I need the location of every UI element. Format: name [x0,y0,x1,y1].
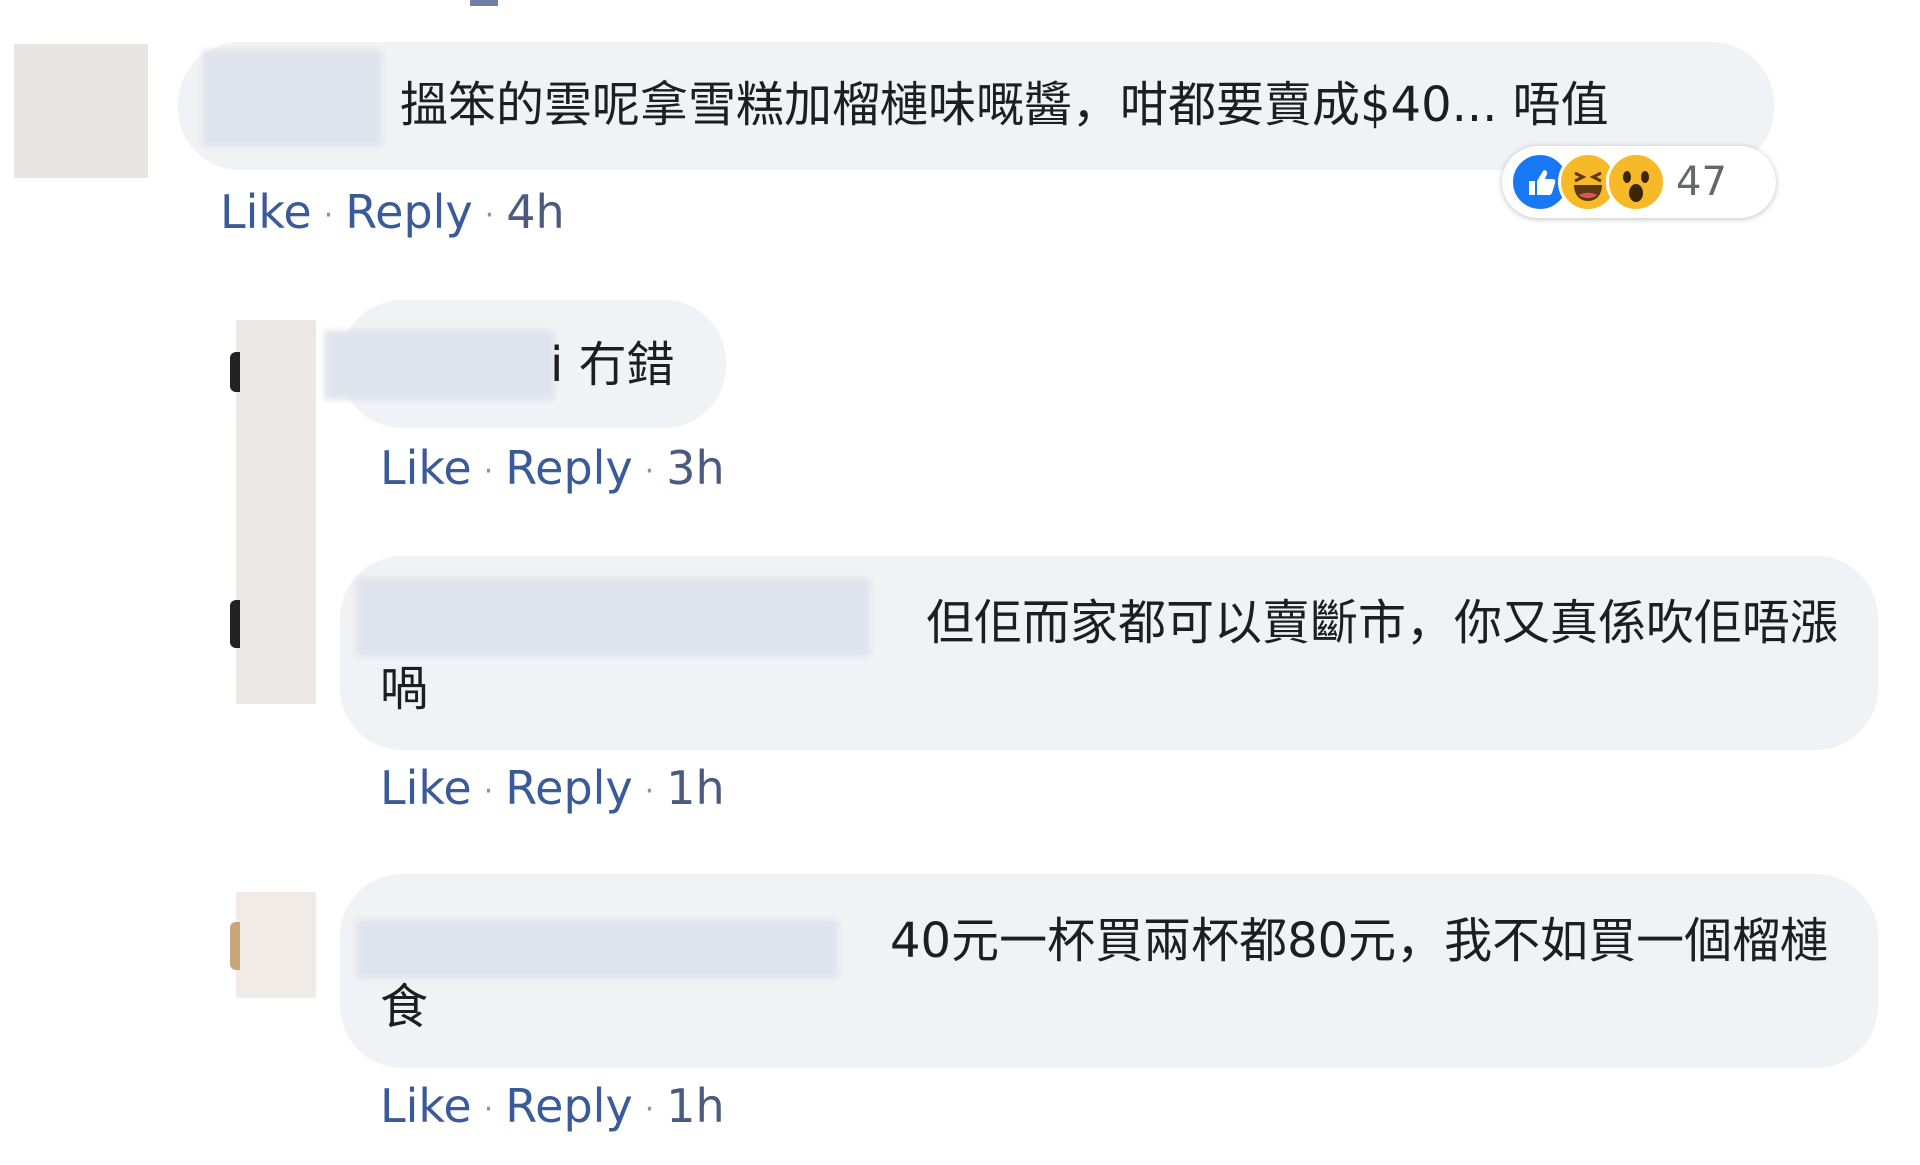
separator-dot: · [484,197,495,233]
like-link[interactable]: Like [380,761,472,815]
reply-actions: Like · Reply · 3h [380,440,725,500]
like-link[interactable]: Like [380,1079,472,1133]
separator-dot: · [644,1091,655,1127]
reaction-count: 47 [1676,159,1727,205]
reply-link[interactable]: Reply [505,761,632,815]
like-link[interactable]: Like [380,441,472,495]
reply-link[interactable]: Reply [505,441,632,495]
reply-text: i 冇錯 [550,337,675,393]
like-link[interactable]: Like [220,185,312,239]
separator-dot: · [644,773,655,809]
author-name-redacted[interactable] [202,50,382,146]
separator-dot: · [483,773,494,809]
avatar-edge [230,922,240,970]
separator-dot: · [483,1091,494,1127]
reply-actions: Like · Reply · 1h [380,1078,725,1138]
timestamp[interactable]: 1h [666,761,724,815]
separator-dot: · [323,197,334,233]
reply-link[interactable]: Reply [505,1079,632,1133]
comment-actions: Like · Reply · 4h [220,184,565,244]
reply-text: 40元一杯買兩杯都80元，我不如買一個榴槤食 [380,913,1829,1035]
reaction-summary[interactable]: 47 [1502,146,1776,218]
avatar-edge [230,352,240,392]
separator-dot: · [483,453,494,489]
reply-actions: Like · Reply · 1h [380,760,725,820]
reply-bubble: 但佢而家都可以賣斷市，你又真係吹佢唔漲喎 [340,556,1878,750]
timestamp[interactable]: 3h [666,441,724,495]
wow-icon [1606,152,1666,212]
avatar[interactable] [236,892,316,998]
reply-bubble: i 冇錯 [324,300,726,428]
separator-dot: · [644,453,655,489]
comment-text: 搵笨的雲呢拿雪糕加榴槤味嘅醬，咁都要賣成$40... 唔值 [400,77,1609,133]
avatar[interactable] [14,44,148,178]
reply-link[interactable]: Reply [345,185,472,239]
clipped-mark [470,0,498,6]
author-name-redacted[interactable] [324,330,554,400]
reply-text: 但佢而家都可以賣斷市，你又真係吹佢唔漲喎 [380,595,1839,717]
timestamp[interactable]: 4h [506,185,564,239]
reply-bubble: 40元一杯買兩杯都80元，我不如買一個榴槤食 [340,874,1878,1068]
avatar[interactable] [236,320,316,704]
avatar-edge [230,600,240,648]
timestamp[interactable]: 1h [666,1079,724,1133]
